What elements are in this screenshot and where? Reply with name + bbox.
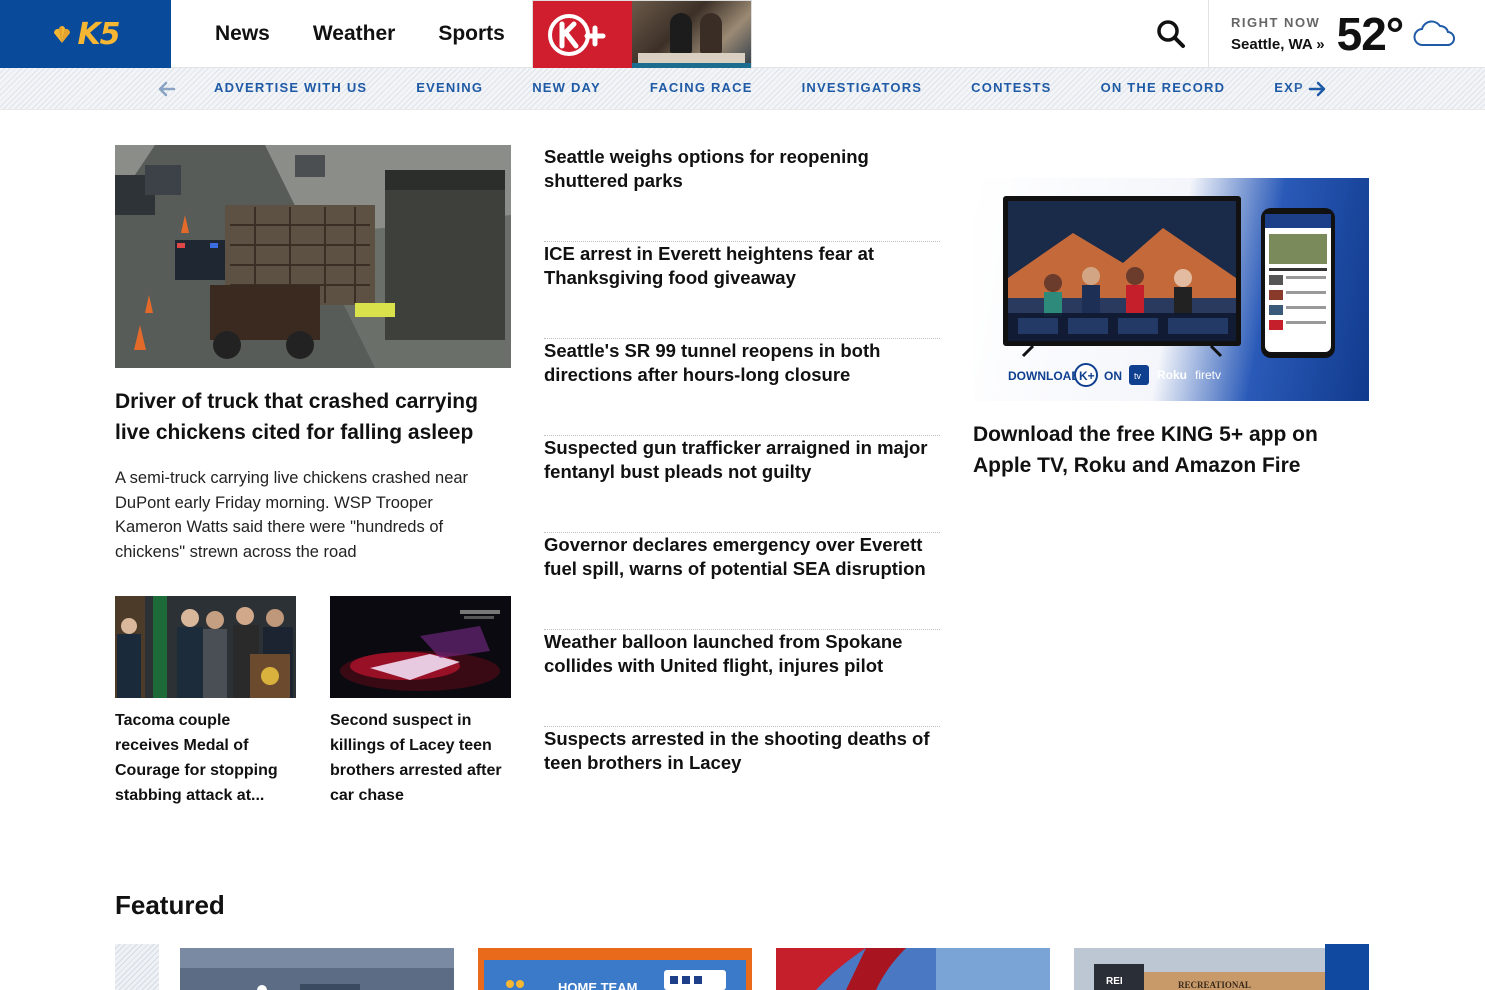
subnav-on-the-record[interactable]: ON THE RECORD xyxy=(1101,80,1226,95)
kplus-video-thumbnail xyxy=(632,1,751,69)
headline-link[interactable]: ICE arrest in Everett heightens fear at … xyxy=(544,242,940,290)
headline-link[interactable]: Suspects arrested in the shooting deaths… xyxy=(544,727,940,775)
svg-text:REI: REI xyxy=(1106,976,1123,987)
featured-card-image: REI RECREATIONAL xyxy=(1074,948,1348,990)
app-devices-illustration: DOWNLOAD K+ ON tv Roku firetv xyxy=(1003,196,1335,387)
main-nav: News Weather Sports xyxy=(215,0,505,68)
nav-weather[interactable]: Weather xyxy=(313,22,395,46)
lead-story-title[interactable]: Driver of truck that crashed carrying li… xyxy=(115,386,511,448)
header-divider xyxy=(1208,0,1209,68)
search-icon xyxy=(1157,20,1185,48)
headline-link[interactable]: Weather balloon launched from Spokane co… xyxy=(544,630,940,678)
lead-story-image[interactable] xyxy=(115,145,511,368)
promo-firetv-text: firetv xyxy=(1195,368,1221,382)
featured-card[interactable] xyxy=(776,948,1050,990)
headline-link[interactable]: Seattle's SR 99 tunnel reopens in both d… xyxy=(544,339,940,387)
logo-mark: K5 xyxy=(51,16,121,52)
search-button[interactable] xyxy=(1146,14,1196,54)
top-header: K5 News Weather Sports RIGHT NOW Seattle… xyxy=(0,0,1485,69)
lead-story-description: A semi-truck carrying live chickens cras… xyxy=(115,469,469,561)
featured-card-image xyxy=(180,948,454,990)
headline-item: Seattle's SR 99 tunnel reopens in both d… xyxy=(544,339,940,436)
subnav-investigators[interactable]: INVESTIGATORS xyxy=(802,80,923,95)
subnav-prev-button[interactable] xyxy=(155,77,179,101)
featured-card[interactable]: HOME TEAM xyxy=(478,948,752,990)
weather-widget[interactable]: RIGHT NOW Seattle, WA » 52° xyxy=(1231,0,1457,68)
weather-temperature: 52° xyxy=(1336,8,1405,60)
medal-ceremony-photo xyxy=(115,596,296,698)
subnav-facing-race[interactable]: FACING RACE xyxy=(650,80,753,95)
featured-card[interactable] xyxy=(180,948,454,990)
headline-list: Seattle weighs options for reopening shu… xyxy=(544,145,940,824)
subnav-items: ADVERTISE WITH US EVENING NEW DAY FACING… xyxy=(214,68,1304,106)
headline-item: Governor declares emergency over Everett… xyxy=(544,533,940,630)
app-promo-title[interactable]: Download the free KING 5+ app on Apple T… xyxy=(973,419,1369,481)
kplus-promo[interactable] xyxy=(532,0,752,69)
nav-sports[interactable]: Sports xyxy=(438,22,505,46)
logo-text: K5 xyxy=(77,16,120,52)
story-thumbnail xyxy=(330,596,511,698)
nav-news[interactable]: News xyxy=(215,22,270,46)
story-title[interactable]: Second suspect in killings of Lacey teen… xyxy=(330,708,511,808)
arrow-right-icon xyxy=(1308,81,1326,97)
subnav-contests[interactable]: CONTESTS xyxy=(971,80,1051,95)
headline-item: Suspects arrested in the shooting deaths… xyxy=(544,727,940,824)
subnav-evening[interactable]: EVENING xyxy=(416,80,483,95)
featured-card[interactable]: REI RECREATIONAL xyxy=(1074,948,1348,990)
story-card[interactable]: Second suspect in killings of Lacey teen… xyxy=(330,596,511,808)
featured-card-image xyxy=(776,948,1050,990)
featured-card-image: HOME TEAM xyxy=(478,948,752,990)
headline-item: ICE arrest in Everett heightens fear at … xyxy=(544,242,940,339)
headline-item: Weather balloon launched from Spokane co… xyxy=(544,630,940,727)
featured-recreational-text: RECREATIONAL xyxy=(1178,980,1251,990)
headline-link[interactable]: Governor declares emergency over Everett… xyxy=(544,533,940,581)
headline-link[interactable]: Seattle weighs options for reopening shu… xyxy=(544,145,940,193)
featured-home-team-text: HOME TEAM xyxy=(558,980,637,990)
weather-location[interactable]: Seattle, WA » xyxy=(1231,36,1325,53)
cloud-icon xyxy=(1413,20,1456,46)
svg-text:K+: K+ xyxy=(1079,369,1095,383)
kplus-logo xyxy=(533,1,632,69)
app-promo-image[interactable]: DOWNLOAD K+ ON tv Roku firetv xyxy=(973,178,1369,401)
featured-next-button[interactable] xyxy=(1325,944,1369,990)
headline-item: Suspected gun trafficker arraigned in ma… xyxy=(544,436,940,533)
night-crash-scene-photo xyxy=(330,596,511,698)
subnav-next-button[interactable] xyxy=(1305,77,1329,101)
subnav-advertise[interactable]: ADVERTISE WITH US xyxy=(214,80,367,95)
story-title[interactable]: Tacoma couple receives Medal of Courage … xyxy=(115,708,296,808)
promo-download-text: DOWNLOAD xyxy=(1008,369,1080,383)
featured-heading: Featured xyxy=(115,890,225,920)
story-card[interactable]: Tacoma couple receives Medal of Courage … xyxy=(115,596,296,808)
promo-on-text: ON xyxy=(1104,369,1122,383)
featured-prev-button[interactable] xyxy=(115,944,159,990)
weather-label: RIGHT NOW Seattle, WA » xyxy=(1231,15,1325,53)
truck-crash-photo xyxy=(115,145,511,368)
arrow-left-icon xyxy=(158,81,176,97)
promo-appletv-text: tv xyxy=(1134,371,1142,381)
story-thumbnail xyxy=(115,596,296,698)
sub-navigation: ADVERTISE WITH US EVENING NEW DAY FACING… xyxy=(0,68,1485,110)
site-logo[interactable]: K5 xyxy=(0,0,171,68)
headline-link[interactable]: Suspected gun trafficker arraigned in ma… xyxy=(544,436,940,484)
nbc-peacock-icon xyxy=(54,26,71,43)
subnav-explore[interactable]: EXPLORE xyxy=(1274,80,1304,95)
right-now-label: RIGHT NOW xyxy=(1231,15,1321,30)
headline-item: Seattle weighs options for reopening shu… xyxy=(544,145,940,242)
kplus-logo-icon xyxy=(547,14,605,56)
subnav-new-day[interactable]: NEW DAY xyxy=(532,80,601,95)
promo-roku-text: Roku xyxy=(1157,368,1187,382)
